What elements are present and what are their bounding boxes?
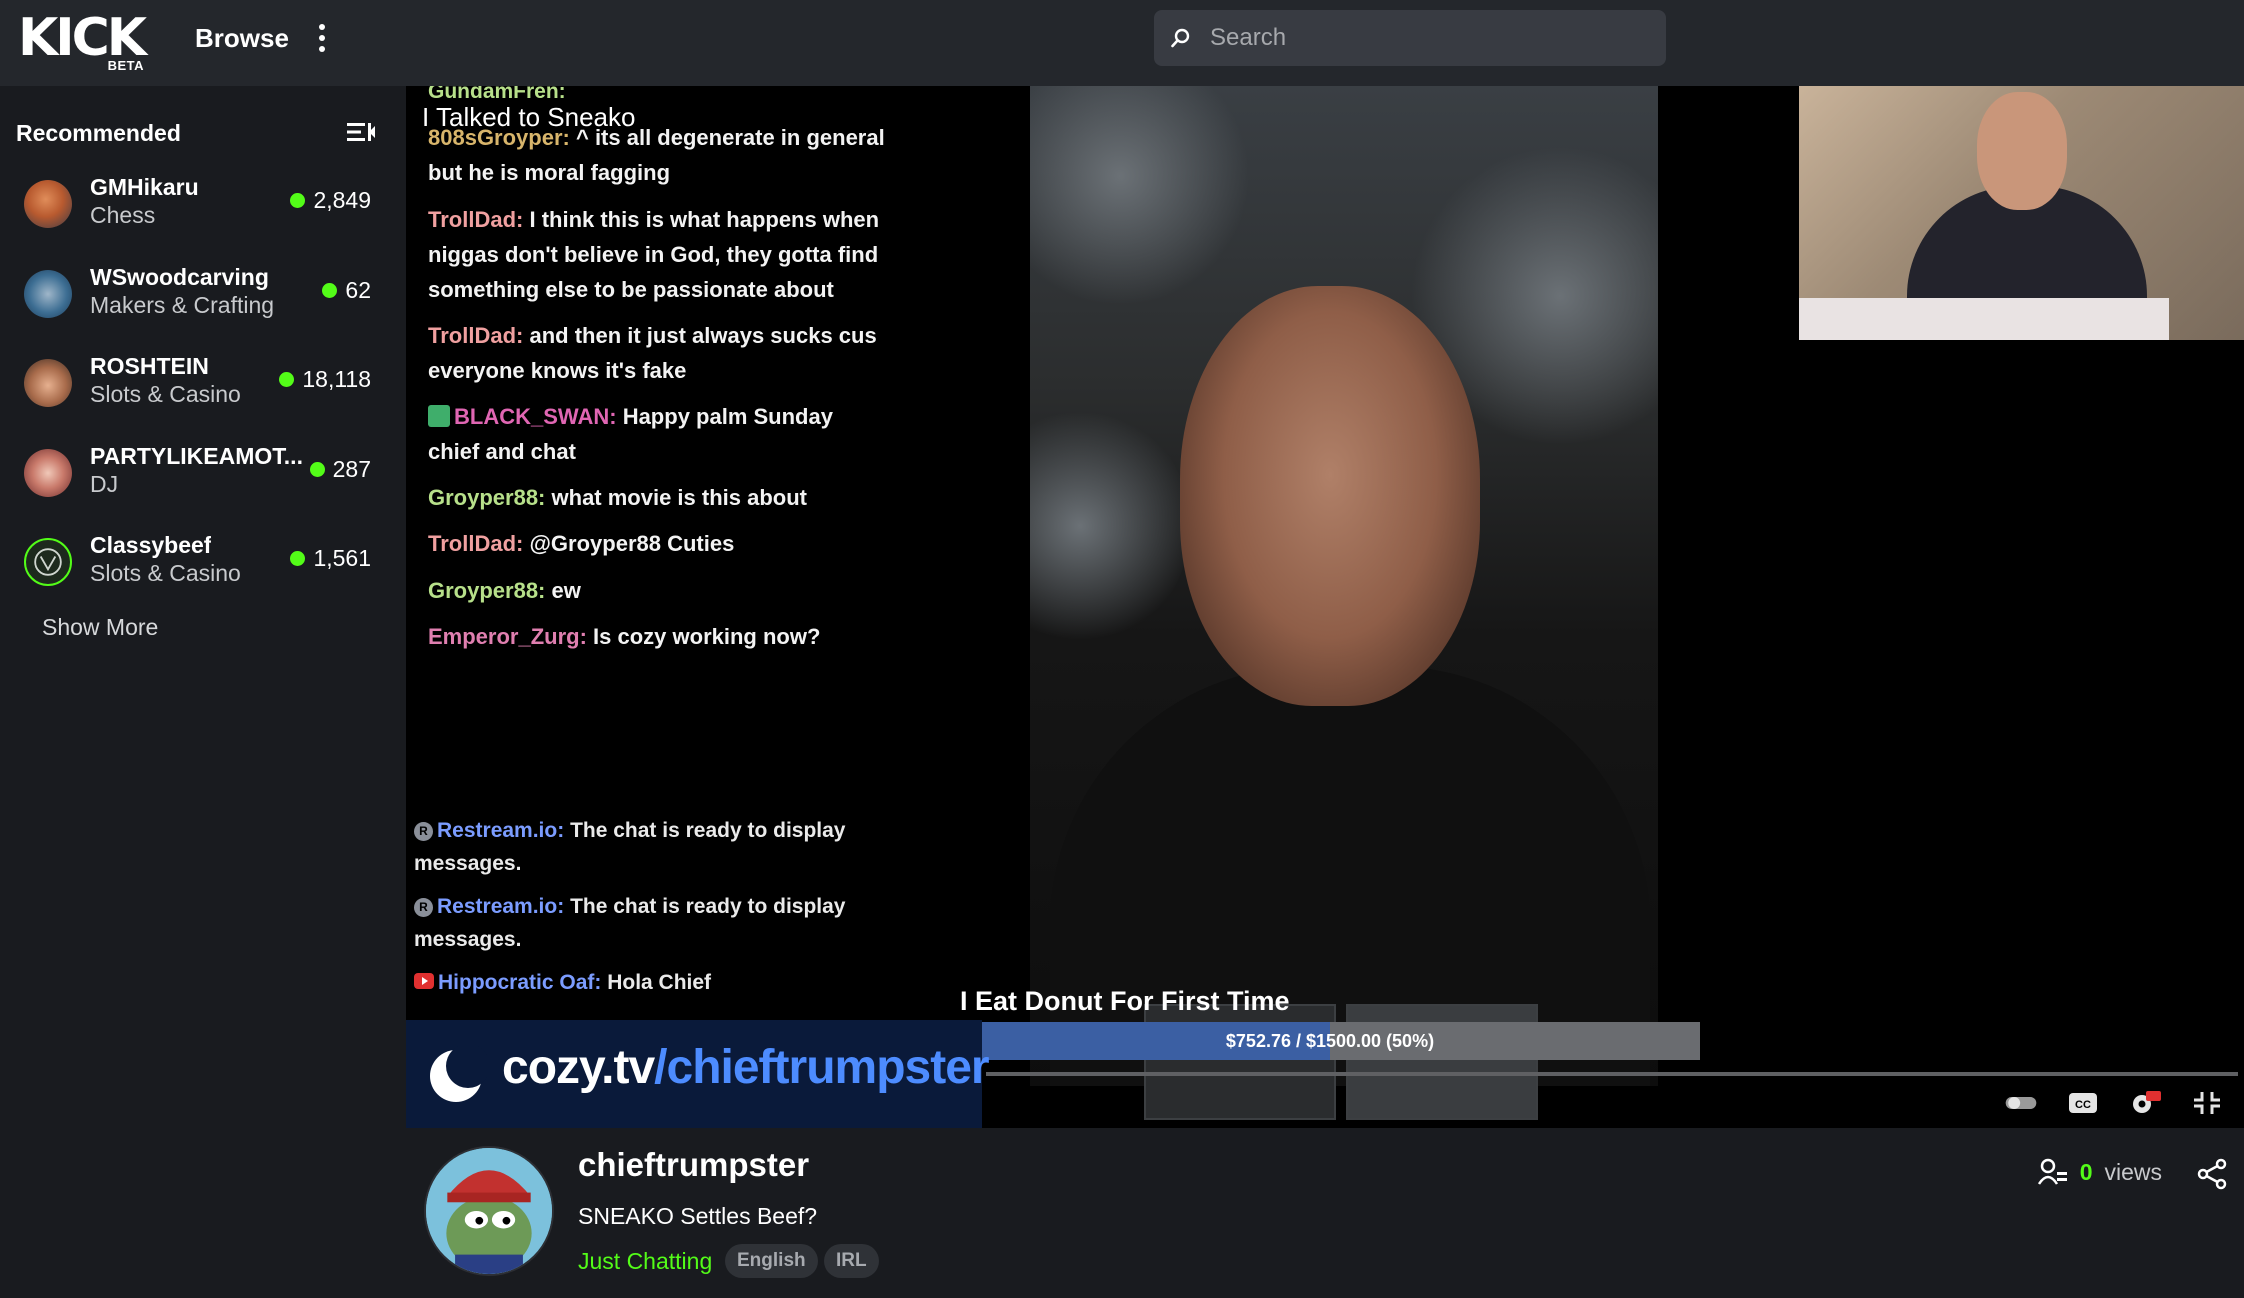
system-message: R Restream.io: The chat is ready to displ… [414,819,846,875]
kick-logo[interactable]: KICK BETA [18,8,147,73]
avatar [24,359,72,407]
fullscreen-exit-icon[interactable] [2190,1090,2224,1116]
chat-message: TrollDad: and then it just always sucks … [428,323,877,383]
live-dot-icon [322,283,338,298]
restream-icon: R [414,898,433,917]
video-player[interactable]: GundamFren: I Talked to Sneako 808sGroyp… [406,86,2244,1128]
donation-goal-bar: $752.76 / $1500.00 (50%) [960,1022,1700,1060]
more-menu-icon[interactable] [312,24,332,56]
channel-category: Chess [90,202,156,228]
moderator-badge-icon [428,405,450,427]
sidebar-channel-wswoodcarving[interactable]: WSwoodcarving Makers & Crafting 62 [0,256,404,340]
stream-info: chieftrumpster SNEAKO Settles Beef? Just… [406,1128,2244,1298]
chat-message: Groyper88: ew [428,578,581,603]
browse-link[interactable]: Browse [195,22,289,54]
search-icon [1171,28,1190,48]
live-dot-icon [309,462,325,477]
viewer-count: 287 [309,456,371,483]
search-input[interactable] [1210,10,1650,66]
channel-name: ROSHTEIN [90,353,209,379]
share-icon[interactable] [2196,1158,2228,1190]
show-more-button[interactable]: Show More [42,614,158,641]
recommended-heading: Recommended [16,120,181,146]
tag-irl[interactable]: IRL [824,1244,879,1278]
pip-camera [1799,86,2244,340]
channel-name: PARTYLIKEAMOT... [90,443,303,469]
svg-text:CC: CC [2075,1099,2091,1111]
settings-gear-icon[interactable] [2128,1090,2162,1116]
beta-badge: BETA [107,58,144,73]
donation-goal-title: I Eat Donut For First Time [960,986,1290,1016]
system-message: Hippocratic Oaf: Hola Chief [414,966,874,999]
chat-message: TrollDad: @Groyper88 Cuties [428,531,735,556]
stream-chat-overlay: GundamFren: I Talked to Sneako 808sGroyp… [406,86,1026,1086]
viewer-count: 2,849 [290,187,371,214]
channel-category: Makers & Crafting [90,292,275,318]
channel-category: Slots & Casino [90,381,241,407]
viewer-count: 18,118 [279,366,371,393]
views-counter: 0 views [2037,1158,2162,1186]
stream-title: SNEAKO Settles Beef? [578,1203,818,1229]
chat-message: TrollDad: I think this is what happens w… [428,207,880,302]
avatar [24,270,72,318]
avatar [24,449,72,497]
viewers-icon [2037,1158,2067,1185]
sidebar-channel-classybeef[interactable]: Classybeef Slots & Casino 1,561 [0,524,404,608]
system-message: R Restream.io: The chat is ready to displ… [414,895,846,951]
cc-icon[interactable]: CC [2066,1090,2100,1116]
live-dot-icon [290,551,306,566]
player-controls: CC [2004,1090,2224,1116]
views-label: views [2104,1158,2162,1185]
live-dot-icon [279,372,295,387]
search-bar[interactable] [1154,10,1666,66]
avatar [24,538,72,586]
cozy-banner: cozy.tv/chieftrumpster [406,1020,990,1128]
sidebar-channel-gmhikaru[interactable]: GMHikaru Chess 2,849 [0,166,404,250]
viewer-count: 1,561 [290,545,371,572]
chat-message: Groyper88: what movie is this about [428,485,807,510]
streamer-camera [1030,86,1658,1086]
chat-message: Emperor_Zurg: Is cozy working now? [428,624,821,649]
views-count: 0 [2079,1158,2093,1185]
channel-name: WSwoodcarving [90,264,269,290]
progress-track[interactable] [986,1072,2238,1076]
sidebar-channel-partylikeamot[interactable]: PARTYLIKEAMOT... DJ 287 [0,435,404,519]
pause-toggle-icon[interactable] [2004,1090,2038,1116]
channel-username[interactable]: chieftrumpster [578,1146,809,1184]
youtube-icon [414,973,434,989]
chat-message: BLACK_SWAN: Happy palm Sunday chief and … [428,404,833,464]
sidebar-channel-roshtein[interactable]: ROSHTEIN Slots & Casino 18,118 [0,345,404,429]
restream-icon: R [414,822,433,841]
logo-text: KICK [18,8,147,68]
avatar [24,180,72,228]
live-dot-icon [290,193,306,208]
tag-english[interactable]: English [725,1244,818,1278]
viewer-count: 62 [322,277,371,304]
channel-category: DJ [90,471,119,497]
collapse-sidebar-icon[interactable] [346,120,376,144]
top-bar: KICK BETA Browse [0,0,2244,86]
sidebar: Recommended GMHikaru Chess 2,849 WSwoodc… [0,86,404,1298]
stream-category[interactable]: Just Chatting [578,1248,712,1275]
goal-text: $752.76 / $1500.00 (50%) [1225,1031,1435,1051]
channel-name: Classybeef [90,532,212,558]
chat-message: 808sGroyper: ^ its all degenerate in gen… [428,125,885,185]
cozy-url: cozy.tv/chieftrumpster [502,1041,990,1094]
channel-name: GMHikaru [90,174,199,200]
cozy-moon-icon [430,1044,488,1102]
channel-category: Slots & Casino [90,560,241,586]
channel-avatar[interactable] [424,1146,554,1276]
